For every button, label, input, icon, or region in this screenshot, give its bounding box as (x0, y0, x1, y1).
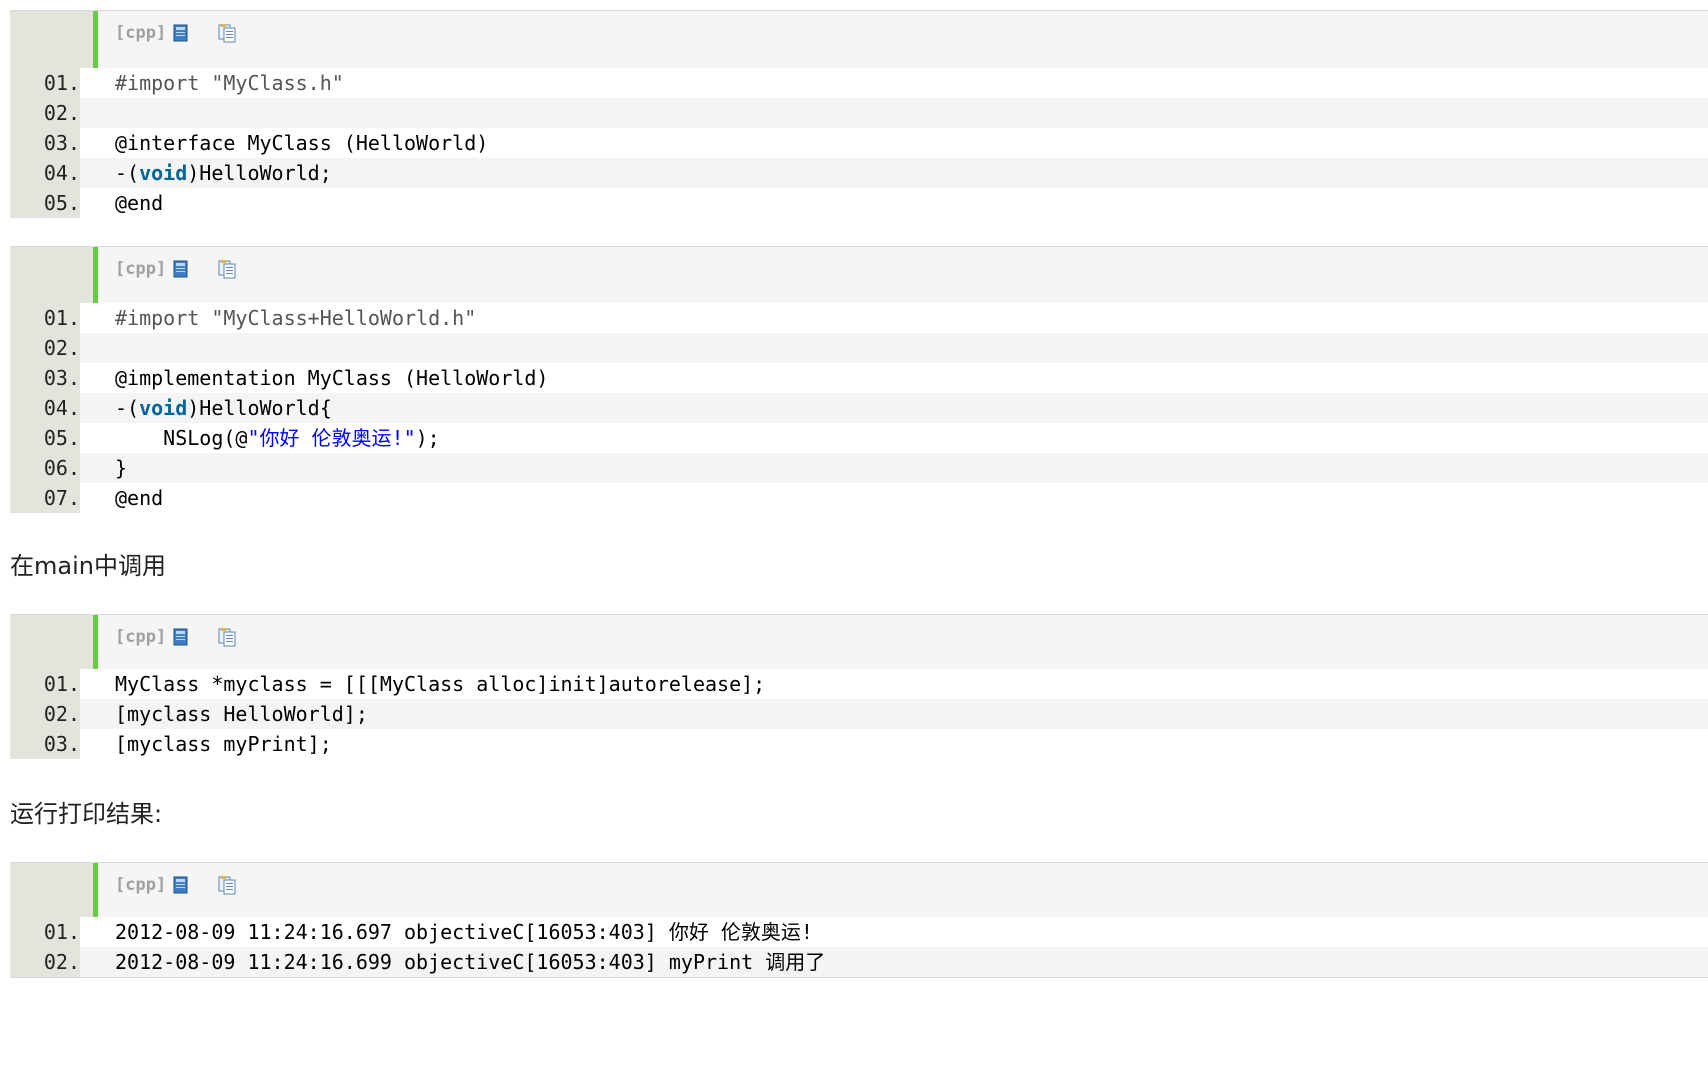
code-keyword: void (139, 161, 188, 185)
code-text: [myclass HelloWorld]; (115, 699, 368, 729)
code-block-2: [cpp] 01. #import "MyClass+HelloWorld.h" 02… (10, 246, 1708, 513)
code-token: @interface MyClass (HelloWorld) (115, 131, 489, 155)
code-text: #import "MyClass+HelloWorld.h" (115, 303, 476, 333)
code-line: 01. MyClass *myclass = [[[MyClass alloc]i… (10, 669, 1708, 699)
code-line: 02. 2012-08-09 11:24:16.699 objectiveC[16… (10, 947, 1708, 977)
code-token: [myclass HelloWorld]; (115, 702, 368, 726)
code-line: 03. @interface MyClass (HelloWorld) (10, 128, 1708, 158)
line-number: 01. (10, 303, 80, 333)
line-number: 02. (10, 699, 80, 729)
code-string: "你好 伦敦奥运!" (247, 426, 416, 450)
language-label: [cpp] (115, 627, 167, 647)
code-token: @end (115, 486, 164, 510)
code-text: [myclass myPrint]; (115, 729, 332, 759)
code-token: )HelloWorld{ (187, 396, 332, 420)
view-source-icon[interactable] (172, 627, 190, 647)
line-number: 02. (10, 333, 80, 363)
code-text: @end (115, 483, 163, 513)
code-token: -( (115, 161, 140, 185)
code-text: } (115, 453, 127, 483)
code-token: [myclass myPrint]; (115, 732, 332, 756)
line-number: 05. (10, 188, 80, 218)
code-line: 02. (10, 333, 1708, 363)
copy-icon[interactable] (218, 875, 236, 895)
code-text: @interface MyClass (HelloWorld) (115, 128, 488, 158)
code-block-4: [cpp] 01. 2012-08-09 11:24:16.697 objectiv… (10, 862, 1708, 978)
line-number: 01. (10, 68, 80, 98)
line-number: 04. (10, 158, 80, 188)
prose-run-result: 运行打印结果: (10, 800, 163, 828)
code-token: @implementation MyClass (HelloWorld) (115, 366, 549, 390)
code-line: 07. @end (10, 483, 1708, 513)
code-token: @end (115, 191, 164, 215)
code-text: @end (115, 188, 163, 218)
code-keyword: void (139, 396, 188, 420)
line-number: 01. (10, 669, 80, 699)
line-number: 03. (10, 363, 80, 393)
code-token: 2012-08-09 11:24:16.697 objectiveC[16053… (115, 920, 813, 944)
code-toolbar: [cpp] (10, 11, 1708, 68)
code-text: @implementation MyClass (HelloWorld) (115, 363, 548, 393)
code-token: -( (115, 396, 140, 420)
code-text: #import "MyClass.h" (115, 68, 344, 98)
code-line: 04. -(void)HelloWorld{ (10, 393, 1708, 423)
code-line: 03. [myclass myPrint]; (10, 729, 1708, 759)
code-block-1: [cpp] 01. #import "MyClass.h" 02. 03. @interf… (10, 10, 1708, 218)
language-label: [cpp] (115, 259, 167, 279)
line-number: 03. (10, 128, 80, 158)
code-line: 01. #import "MyClass+HelloWorld.h" (10, 303, 1708, 333)
language-label: [cpp] (115, 875, 167, 895)
copy-icon[interactable] (218, 23, 236, 43)
prose-main-call: 在main中调用 (10, 552, 166, 580)
code-token: #import "MyClass.h" (115, 71, 344, 95)
line-number: 01. (10, 917, 80, 947)
code-text: MyClass *myclass = [[[MyClass alloc]init… (115, 669, 765, 699)
code-block-3: [cpp] 01. MyClass *myclass = [[[MyClass al… (10, 614, 1708, 759)
code-text: -(void)HelloWorld{ (115, 393, 332, 423)
line-number: 02. (10, 947, 80, 977)
code-token: )HelloWorld; (187, 161, 332, 185)
code-text: -(void)HelloWorld; (115, 158, 332, 188)
line-number: 06. (10, 453, 80, 483)
copy-icon[interactable] (218, 259, 236, 279)
code-token: MyClass *myclass = [[[MyClass alloc]init… (115, 672, 766, 696)
code-line: 02. [myclass HelloWorld]; (10, 699, 1708, 729)
view-source-icon[interactable] (172, 259, 190, 279)
line-number: 07. (10, 483, 80, 513)
code-token: 2012-08-09 11:24:16.699 objectiveC[16053… (115, 950, 826, 974)
code-text: NSLog(@"你好 伦敦奥运!"); (115, 423, 440, 453)
code-line: 01. #import "MyClass.h" (10, 68, 1708, 98)
language-label: [cpp] (115, 23, 167, 43)
code-toolbar: [cpp] (10, 247, 1708, 304)
line-number: 05. (10, 423, 80, 453)
line-number: 02. (10, 98, 80, 128)
code-line: 02. (10, 98, 1708, 128)
code-token: } (115, 456, 128, 480)
code-text: 2012-08-09 11:24:16.699 objectiveC[16053… (115, 947, 825, 977)
code-line: 04. -(void)HelloWorld; (10, 158, 1708, 188)
code-token: NSLog(@ (115, 426, 248, 450)
code-toolbar: [cpp] (10, 863, 1708, 920)
line-number: 04. (10, 393, 80, 423)
code-line: 05. @end (10, 188, 1708, 218)
view-source-icon[interactable] (172, 23, 190, 43)
view-source-icon[interactable] (172, 875, 190, 895)
code-line: 05. NSLog(@"你好 伦敦奥运!"); (10, 423, 1708, 453)
code-line: 03. @implementation MyClass (HelloWorld) (10, 363, 1708, 393)
code-token: #import "MyClass+HelloWorld.h" (115, 306, 477, 330)
line-number: 03. (10, 729, 80, 759)
code-line: 06.} (10, 453, 1708, 483)
code-toolbar: [cpp] (10, 615, 1708, 672)
code-token: ); (415, 426, 440, 450)
code-text: 2012-08-09 11:24:16.697 objectiveC[16053… (115, 917, 813, 947)
code-line: 01. 2012-08-09 11:24:16.697 objectiveC[16… (10, 917, 1708, 947)
copy-icon[interactable] (218, 627, 236, 647)
